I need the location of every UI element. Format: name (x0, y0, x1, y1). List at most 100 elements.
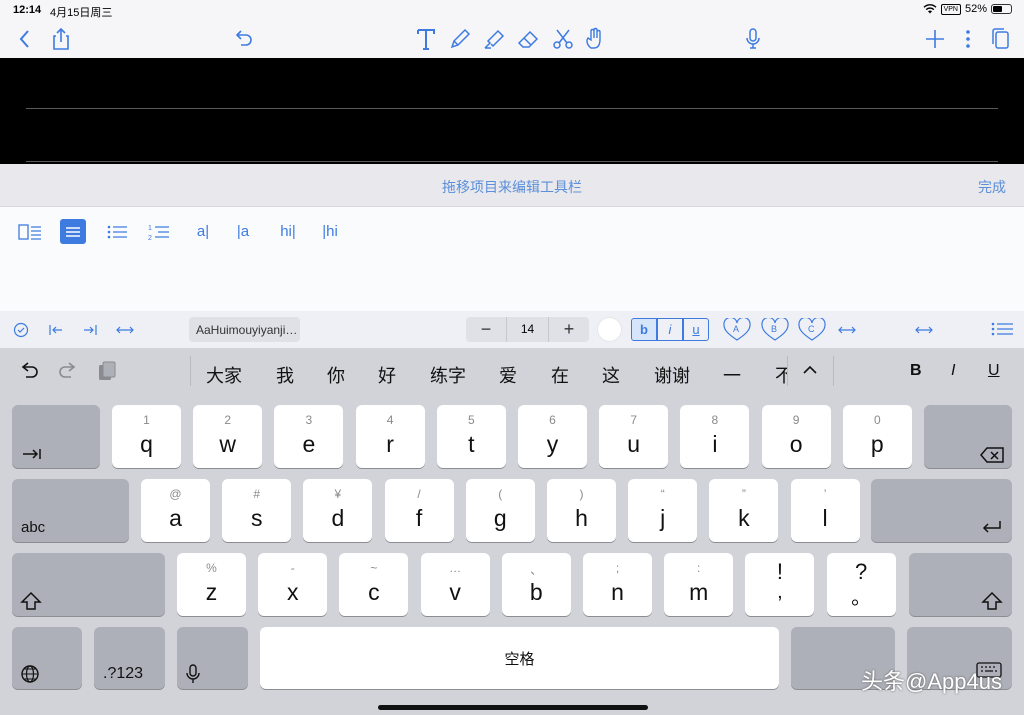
key-4-row2[interactable]: / f (384, 479, 454, 542)
font-selector[interactable]: AaHuimouyiyanji… (189, 317, 300, 342)
pen-icon[interactable] (447, 26, 473, 52)
share-icon[interactable] (48, 26, 74, 52)
undo-icon[interactable] (230, 26, 256, 52)
key-9-row3[interactable]: ?。 (826, 553, 896, 616)
return-key[interactable] (871, 479, 1012, 542)
scissors-icon[interactable] (550, 26, 576, 52)
expand-candidates-icon[interactable] (802, 364, 818, 376)
underline-toggle[interactable]: u (683, 318, 709, 341)
candidate-word[interactable]: 谢谢 (654, 362, 690, 388)
highlighter-icon[interactable] (481, 26, 507, 52)
tab-key[interactable] (12, 405, 100, 468)
candidate-word[interactable]: 你 (327, 362, 345, 388)
dictation-key[interactable] (177, 627, 248, 689)
key-7-row3[interactable]: :m (664, 553, 734, 616)
delete-key[interactable] (924, 405, 1012, 468)
globe-key[interactable] (12, 627, 82, 689)
style-preset-b[interactable]: B (760, 318, 790, 342)
numbers-key[interactable]: .?123 (94, 627, 165, 689)
key-5-row1[interactable]: 5t (436, 405, 506, 468)
sidebar-layout-icon[interactable] (17, 219, 43, 244)
hand-tool-icon[interactable] (582, 26, 608, 52)
key-10-row1[interactable]: 0p (842, 405, 912, 468)
font-size-decrease[interactable]: − (466, 319, 506, 340)
candidate-word[interactable]: 好 (378, 362, 396, 388)
note-canvas[interactable] (0, 58, 1024, 164)
checklist-icon[interactable] (13, 322, 29, 338)
candidate-word[interactable]: 在 (551, 362, 569, 388)
key-4-row3[interactable]: … v (420, 553, 490, 616)
style-preset-a[interactable]: A (722, 318, 752, 342)
style-preset-c[interactable]: C (797, 318, 827, 342)
add-icon[interactable] (922, 26, 948, 52)
indent-icon[interactable] (82, 323, 98, 337)
back-chevron-icon[interactable] (12, 26, 38, 52)
color-picker[interactable] (597, 317, 622, 342)
horizontal-expand-icon[interactable] (115, 323, 135, 337)
key-9-row1[interactable]: 9o (761, 405, 831, 468)
horizontal-expand-icon[interactable] (914, 323, 934, 337)
eraser-icon[interactable] (515, 26, 541, 52)
key-secondary-char: 2 (224, 413, 232, 427)
candidate-word[interactable]: 我 (276, 362, 294, 388)
bullet-list-icon[interactable] (104, 219, 130, 244)
key-2-row1[interactable]: 2w (193, 405, 263, 468)
keyboard-underline-button[interactable]: U (988, 362, 1000, 380)
candidate-word[interactable]: 练字 (430, 362, 466, 388)
key-1-row1[interactable]: 1q (112, 405, 181, 468)
key-8-row2[interactable]: ” k (709, 479, 779, 542)
keyboard-redo-icon[interactable] (57, 361, 79, 381)
text-tool-icon[interactable] (413, 26, 439, 52)
candidate-word[interactable]: 爱 (499, 362, 517, 388)
list-options-icon[interactable] (990, 321, 1014, 337)
keyboard-italic-button[interactable]: I (951, 362, 955, 380)
key-3-row2[interactable]: ¥ d (303, 479, 373, 542)
candidate-word[interactable]: 一 (723, 362, 741, 388)
shift-key-left[interactable] (12, 553, 165, 616)
palette-item-1[interactable]: a| (191, 219, 215, 244)
horizontal-expand-icon[interactable] (837, 323, 857, 337)
keyboard-undo-icon[interactable] (18, 361, 40, 381)
key-7-row1[interactable]: 7u (599, 405, 669, 468)
key-2-row2[interactable]: # s (222, 479, 292, 542)
numbered-list-icon[interactable]: 12 (146, 219, 172, 244)
key-3-row1[interactable]: 3e (274, 405, 344, 468)
italic-toggle[interactable]: i (657, 318, 683, 341)
key-5-row3[interactable]: 、 b (501, 553, 571, 616)
key-5-row2[interactable]: (g (465, 479, 535, 542)
keyboard-bold-button[interactable]: B (910, 362, 922, 380)
done-button[interactable]: 完成 (978, 177, 1006, 197)
candidate-word[interactable]: 这 (602, 362, 620, 388)
more-options-icon[interactable] (955, 26, 981, 52)
key-6-row1[interactable]: 6y (518, 405, 587, 468)
abc-key[interactable]: abc (12, 479, 129, 542)
palette-item-2[interactable]: |a (231, 219, 255, 244)
space-key[interactable]: 空格 (260, 627, 779, 689)
key-3-row3[interactable]: ~ c (339, 553, 409, 616)
key-8-row3[interactable]: !, (745, 553, 815, 616)
key-9-row2[interactable]: ’ l (790, 479, 860, 542)
key-2-row3[interactable]: -x (258, 553, 328, 616)
key-6-row2[interactable]: ) h (547, 479, 616, 542)
palette-item-4[interactable]: |hi (318, 219, 342, 244)
clipboard-paste-icon[interactable] (96, 360, 118, 382)
candidate-word[interactable]: 大家 (206, 362, 242, 388)
key-secondary-char: % (206, 561, 217, 575)
shift-key-right[interactable] (909, 553, 1012, 616)
align-justify-icon[interactable] (60, 219, 86, 244)
key-1-row3[interactable]: % z (177, 553, 246, 616)
key-7-row2[interactable]: “j (628, 479, 698, 542)
microphone-icon[interactable] (740, 26, 766, 52)
outdent-icon[interactable] (48, 323, 64, 337)
key-1-row2[interactable]: @ a (141, 479, 210, 542)
palette-item-3[interactable]: hi| (276, 219, 300, 244)
key-6-row3[interactable]: ; n (583, 553, 652, 616)
font-size-value[interactable]: 14 (506, 317, 549, 342)
key-8-row1[interactable]: 8i (680, 405, 750, 468)
bold-toggle[interactable]: b (631, 318, 657, 341)
font-size-increase[interactable]: + (549, 319, 589, 340)
pages-icon[interactable] (988, 26, 1014, 52)
candidate-word[interactable]: 不 (775, 362, 787, 388)
key-primary-char: b (529, 579, 543, 605)
key-4-row1[interactable]: 4r (355, 405, 425, 468)
